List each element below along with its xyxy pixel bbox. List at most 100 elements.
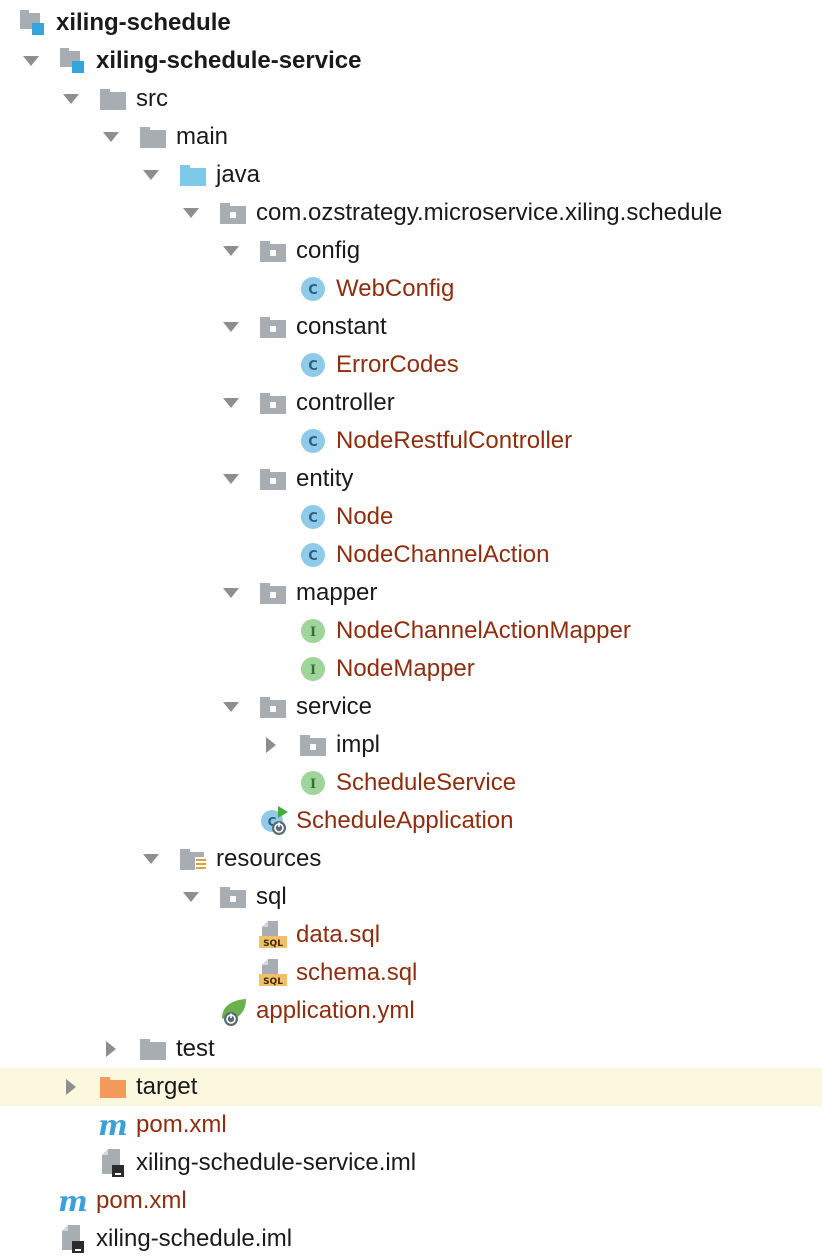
folder-icon <box>98 84 130 114</box>
tree-row[interactable]: I NodeChannelActionMapper <box>0 612 822 650</box>
tree-item-label: pom.xml <box>136 1111 227 1138</box>
tree-row[interactable]: I ScheduleService <box>0 764 822 802</box>
resources-folder-icon <box>178 844 210 874</box>
sql-file-icon: SQL <box>258 958 290 988</box>
expanded-arrow-icon[interactable] <box>100 118 122 156</box>
tree-item-label: NodeMapper <box>336 655 475 682</box>
class-icon: C <box>298 426 330 456</box>
svg-text:C: C <box>308 549 318 564</box>
tree-row[interactable]: java <box>0 156 822 194</box>
tree-row[interactable]: application.yml <box>0 992 822 1030</box>
svg-text:C: C <box>308 359 318 374</box>
tree-row[interactable]: xiling-schedule.iml <box>0 1220 822 1258</box>
tree-item-label: Node <box>336 503 394 530</box>
tree-item-label: impl <box>336 731 381 758</box>
expanded-arrow-icon[interactable] <box>140 840 162 878</box>
tree-row[interactable]: resources <box>0 840 822 878</box>
svg-text:C: C <box>308 283 318 298</box>
interface-icon: I <box>298 616 330 646</box>
tree-item-label: mapper <box>296 579 378 606</box>
collapsed-arrow-icon[interactable] <box>260 726 282 764</box>
tree-item-label: java <box>216 161 261 188</box>
tree-item-label: sql <box>256 883 287 910</box>
maven-icon: m <box>58 1186 90 1216</box>
folder-icon <box>138 122 170 152</box>
tree-row[interactable]: C ErrorCodes <box>0 346 822 384</box>
expanded-arrow-icon[interactable] <box>180 878 202 916</box>
package-icon <box>218 882 250 912</box>
package-icon <box>258 312 290 342</box>
tree-item-label: NodeRestfulController <box>336 427 573 454</box>
tree-row[interactable]: mapper <box>0 574 822 612</box>
expanded-arrow-icon[interactable] <box>180 194 202 232</box>
expanded-arrow-icon[interactable] <box>220 232 242 270</box>
tree-row[interactable]: xiling-schedule <box>0 4 822 42</box>
tree-row[interactable]: C NodeChannelAction <box>0 536 822 574</box>
expanded-arrow-icon[interactable] <box>220 574 242 612</box>
tree-row[interactable]: C NodeRestfulController <box>0 422 822 460</box>
tree-item-label: ScheduleService <box>336 769 517 796</box>
tree-item-label: resources <box>216 845 322 872</box>
tree-row[interactable]: config <box>0 232 822 270</box>
package-icon <box>258 388 290 418</box>
collapsed-arrow-icon[interactable] <box>100 1030 122 1068</box>
tree-item-label: controller <box>296 389 395 416</box>
tree-item-label: schema.sql <box>296 959 418 986</box>
package-icon <box>258 578 290 608</box>
svg-text:m: m <box>58 1186 88 1216</box>
sql-file-icon: SQL <box>258 920 290 950</box>
tree-item-label: NodeChannelAction <box>336 541 550 568</box>
tree-item-label: WebConfig <box>336 275 455 302</box>
tree-row[interactable]: m pom.xml <box>0 1106 822 1144</box>
tree-item-label: application.yml <box>256 997 415 1024</box>
tree-row[interactable]: constant <box>0 308 822 346</box>
tree-item-label: target <box>136 1073 198 1100</box>
tree-row[interactable]: impl <box>0 726 822 764</box>
svg-text:I: I <box>310 777 316 792</box>
tree-row[interactable]: SQL data.sql <box>0 916 822 954</box>
tree-row[interactable]: test <box>0 1030 822 1068</box>
expanded-arrow-icon[interactable] <box>220 688 242 726</box>
expanded-arrow-icon[interactable] <box>220 384 242 422</box>
svg-text:SQL: SQL <box>263 939 283 949</box>
tree-row[interactable]: entity <box>0 460 822 498</box>
svg-text:C: C <box>308 511 318 526</box>
tree-row[interactable]: service <box>0 688 822 726</box>
tree-row[interactable]: sql <box>0 878 822 916</box>
svg-text:SQL: SQL <box>263 977 283 987</box>
expanded-arrow-icon[interactable] <box>60 80 82 118</box>
tree-row[interactable]: SQL schema.sql <box>0 954 822 992</box>
collapsed-arrow-icon[interactable] <box>60 1068 82 1106</box>
tree-row[interactable]: C ScheduleApplication <box>0 802 822 840</box>
tree-row[interactable]: controller <box>0 384 822 422</box>
tree-item-label: config <box>296 237 361 264</box>
tree-item-label: main <box>176 123 229 150</box>
tree-row[interactable]: xiling-schedule-service.iml <box>0 1144 822 1182</box>
tree-row[interactable]: target <box>0 1068 822 1106</box>
svg-text:m: m <box>98 1110 128 1140</box>
package-icon <box>218 198 250 228</box>
expanded-arrow-icon[interactable] <box>220 460 242 498</box>
package-icon <box>258 464 290 494</box>
excluded-folder-icon <box>98 1072 130 1102</box>
iml-file-icon <box>98 1148 130 1178</box>
source-folder-icon <box>178 160 210 190</box>
expanded-arrow-icon[interactable] <box>220 308 242 346</box>
project-tree: xiling-schedule xiling-schedule-service sr… <box>0 0 822 1260</box>
expanded-arrow-icon[interactable] <box>20 42 42 80</box>
maven-icon: m <box>98 1110 130 1140</box>
tree-row[interactable]: m pom.xml <box>0 1182 822 1220</box>
expanded-arrow-icon[interactable] <box>140 156 162 194</box>
tree-item-label: entity <box>296 465 354 492</box>
tree-row[interactable]: main <box>0 118 822 156</box>
tree-row[interactable]: com.ozstrategy.microservice.xiling.sched… <box>0 194 822 232</box>
svg-text:I: I <box>310 663 316 678</box>
tree-row[interactable]: src <box>0 80 822 118</box>
tree-row[interactable]: C Node <box>0 498 822 536</box>
tree-item-label: pom.xml <box>96 1187 187 1214</box>
tree-item-label: ScheduleApplication <box>296 807 514 834</box>
tree-row[interactable]: C WebConfig <box>0 270 822 308</box>
class-icon: C <box>298 502 330 532</box>
tree-row[interactable]: I NodeMapper <box>0 650 822 688</box>
tree-row[interactable]: xiling-schedule-service <box>0 42 822 80</box>
